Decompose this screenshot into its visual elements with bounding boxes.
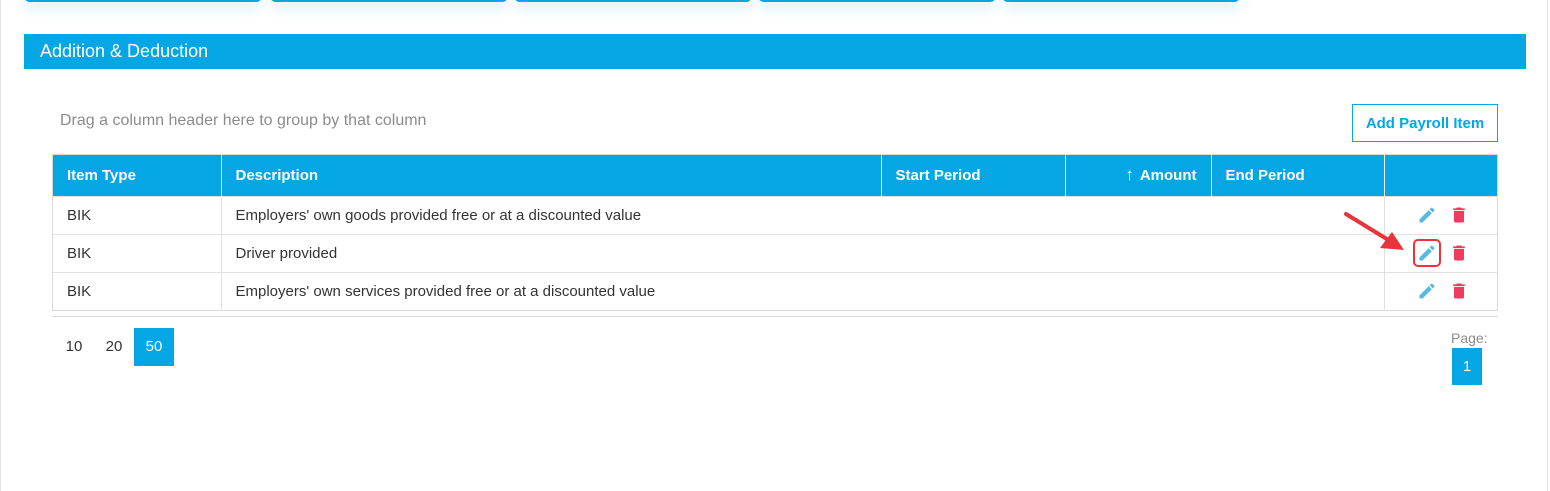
annotation-arrow-icon	[1344, 212, 1404, 250]
column-header-amount-label: Amount	[1139, 167, 1197, 185]
trash-icon	[1452, 283, 1465, 299]
payroll-items-grid: Item Type Description Start Period ↑ Amou…	[52, 154, 1498, 311]
delete-button[interactable]	[1449, 243, 1469, 263]
top-tab[interactable]	[1002, 0, 1240, 2]
cell-start-period	[881, 233, 1065, 272]
cell-description: Employers' own goods provided free or at…	[220, 195, 881, 234]
column-header-amount[interactable]: ↑ Amount	[1064, 155, 1211, 196]
top-tab[interactable]	[758, 0, 996, 2]
delete-button[interactable]	[1449, 281, 1469, 301]
column-header-actions	[1383, 155, 1497, 196]
section-title: Addition & Deduction	[40, 41, 209, 61]
cell-start-period	[881, 195, 1065, 234]
column-header-start-period[interactable]: Start Period	[880, 155, 1065, 196]
page-label: Page:	[1451, 330, 1488, 346]
cell-item-type: BIK	[53, 195, 221, 234]
cell-start-period	[881, 271, 1065, 310]
page-size-option[interactable]: 10	[54, 328, 94, 366]
table-header-row: Item Type Description Start Period ↑ Amou…	[53, 155, 1497, 196]
cell-end-period	[1211, 271, 1384, 310]
top-tab[interactable]	[514, 0, 752, 2]
column-header-description[interactable]: Description	[220, 155, 881, 196]
payroll-items-table: Item Type Description Start Period ↑ Amou…	[53, 155, 1497, 310]
grid-footer-divider	[52, 316, 1498, 317]
top-tab[interactable]	[270, 0, 508, 2]
column-header-item-type[interactable]: Item Type	[53, 155, 221, 196]
group-by-hint[interactable]: Drag a column header here to group by th…	[60, 112, 426, 130]
cell-amount	[1065, 233, 1211, 272]
delete-button[interactable]	[1449, 205, 1469, 225]
cell-description: Employers' own services provided free or…	[220, 271, 881, 310]
row-actions	[1383, 271, 1497, 310]
top-tab[interactable]	[24, 0, 262, 2]
edit-button[interactable]	[1413, 277, 1441, 305]
table-row[interactable]: BIK Employers' own services provided fre…	[53, 271, 1497, 310]
trash-icon	[1452, 207, 1465, 223]
column-header-end-period[interactable]: End Period	[1210, 155, 1384, 196]
table-row[interactable]: BIK Driver provided	[53, 233, 1497, 272]
sort-ascending-icon: ↑	[1125, 165, 1134, 185]
cell-item-type: BIK	[53, 271, 221, 310]
top-tab-strip	[24, 0, 1244, 4]
table-row[interactable]: BIK Employers' own goods provided free o…	[53, 195, 1497, 234]
cell-description: Driver provided	[220, 233, 881, 272]
page-number-current[interactable]: 1	[1452, 348, 1482, 385]
cell-item-type: BIK	[53, 233, 221, 272]
trash-icon	[1452, 245, 1465, 261]
cell-amount	[1065, 271, 1211, 310]
pencil-icon	[1417, 281, 1437, 301]
section-header: Addition & Deduction	[24, 34, 1526, 69]
page-size-option-selected[interactable]: 50	[134, 328, 174, 366]
page-size-selector: 10 20 50	[54, 328, 174, 366]
page-size-option[interactable]: 20	[94, 328, 134, 366]
cell-amount	[1065, 195, 1211, 234]
add-payroll-item-button[interactable]: Add Payroll Item	[1352, 104, 1498, 142]
